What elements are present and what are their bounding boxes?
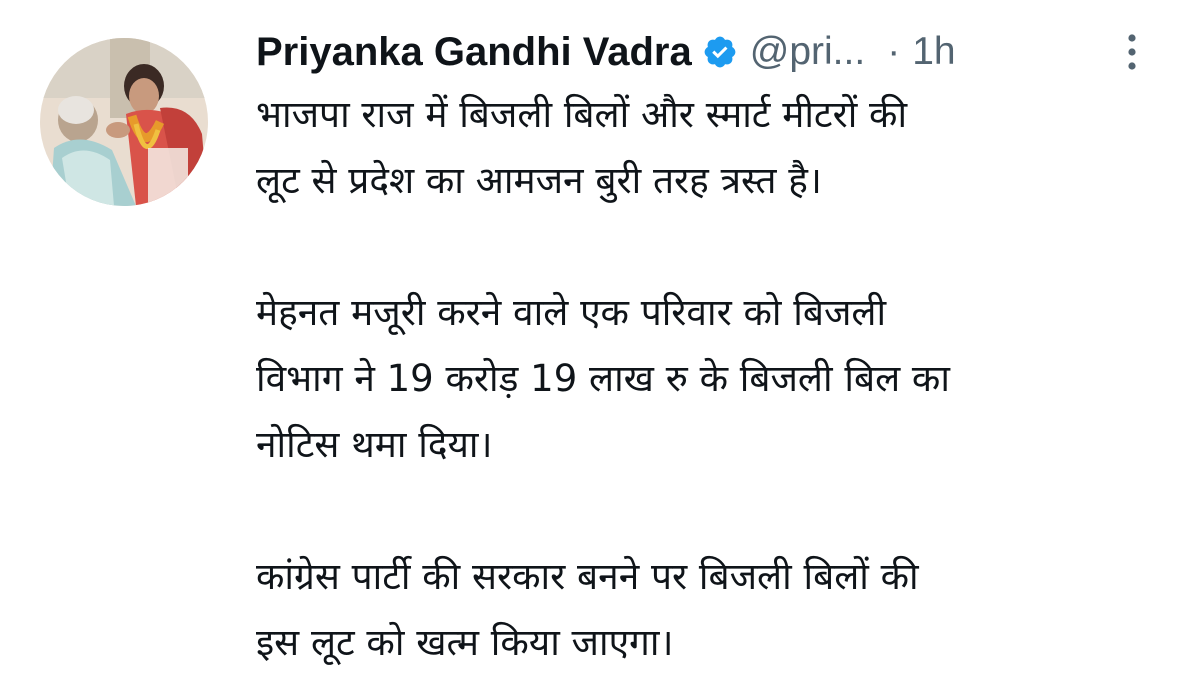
tweet-paragraph: मेहनत मजूरी करने वाले एक परिवार को बिजली… bbox=[256, 291, 950, 466]
author-name[interactable]: Priyanka Gandhi Vadra bbox=[256, 30, 692, 75]
tweet-text: भाजपा राज में बिजली बिलों और स्मार्ट मीट… bbox=[256, 82, 1176, 676]
author-handle[interactable]: @pri... bbox=[750, 30, 865, 74]
tweet-header: Priyanka Gandhi Vadra @pri... · 1h bbox=[256, 26, 1156, 78]
tweet-paragraph: कांग्रेस पार्टी की सरकार बनने पर बिजली ब… bbox=[256, 555, 919, 664]
header-separator: · bbox=[887, 30, 901, 73]
more-options-icon[interactable] bbox=[1114, 28, 1150, 76]
tweet-card: Priyanka Gandhi Vadra @pri... · 1h भाजपा… bbox=[0, 0, 1200, 675]
tweet-timestamp[interactable]: 1h bbox=[912, 30, 955, 74]
tweet-paragraph: भाजपा राज में बिजली बिलों और स्मार्ट मीट… bbox=[256, 93, 908, 202]
verified-badge-icon bbox=[702, 34, 738, 70]
author-avatar[interactable] bbox=[40, 38, 208, 206]
avatar-photo bbox=[40, 38, 208, 206]
